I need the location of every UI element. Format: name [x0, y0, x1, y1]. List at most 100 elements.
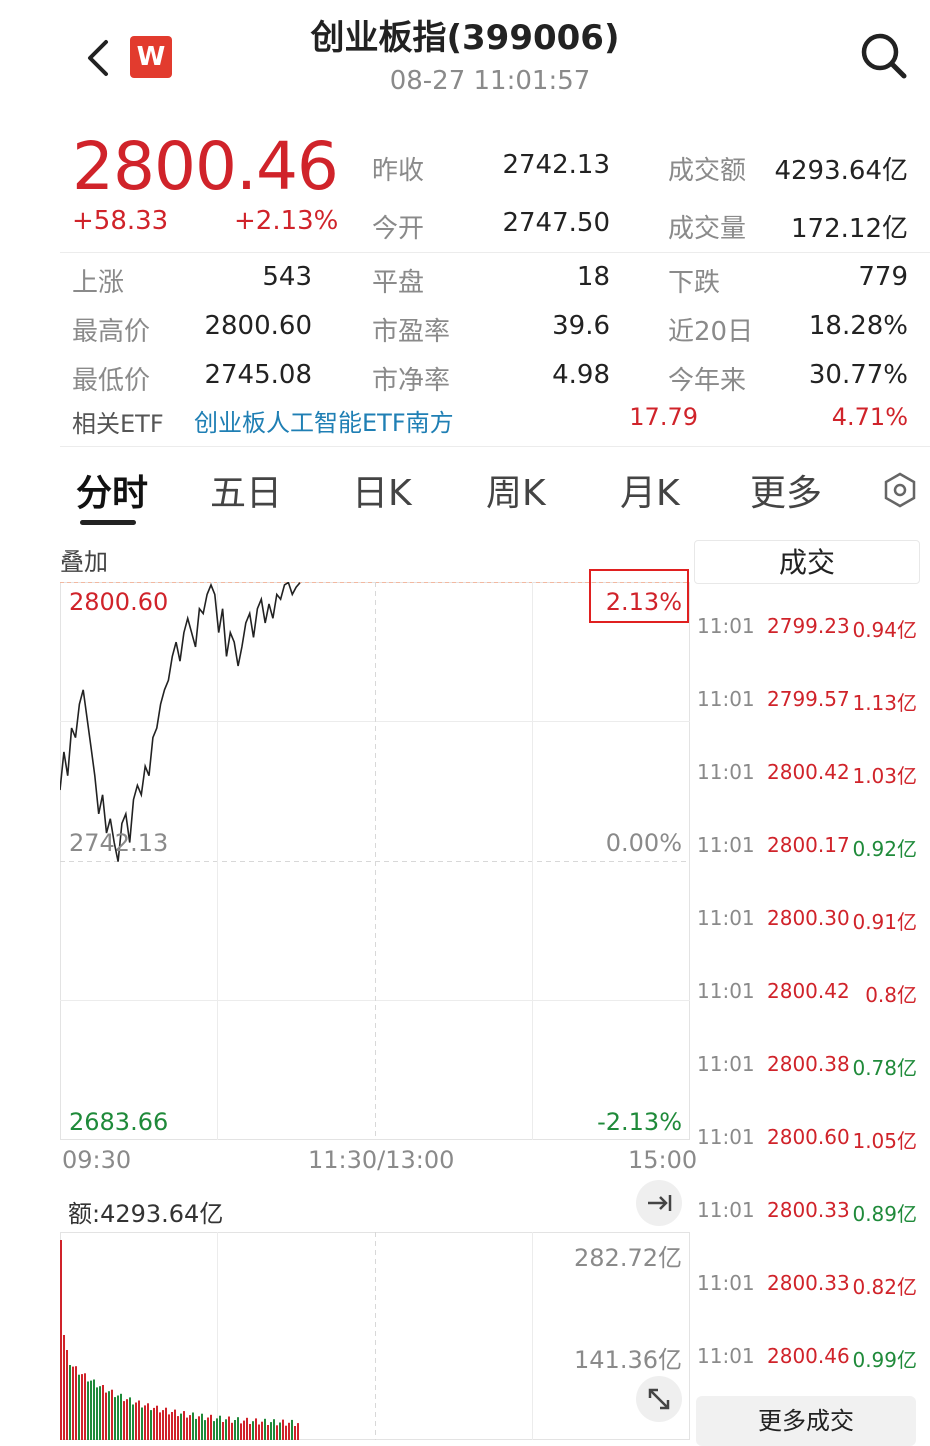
trade-price: 2800.33 — [767, 1271, 850, 1295]
volume-bar — [210, 1414, 212, 1440]
price-line — [60, 582, 301, 862]
volume-bar — [294, 1426, 296, 1440]
tab-intraday[interactable]: 分时 — [76, 464, 148, 516]
volume-bar — [252, 1421, 254, 1440]
volume-bar — [141, 1407, 143, 1440]
more-trades-button[interactable]: 更多成交 — [696, 1396, 916, 1446]
fullscreen-button[interactable] — [636, 1376, 682, 1422]
x-axis-end-label: 15:00 — [628, 1146, 698, 1174]
tab-weekly-k[interactable]: 周K — [486, 464, 546, 516]
volume-bar — [126, 1399, 128, 1440]
trade-volume: 0.8亿 — [865, 983, 917, 1007]
high-value: 2800.60 — [204, 311, 312, 341]
prev-close-value: 2742.13 — [502, 150, 610, 180]
volume-bar — [60, 1240, 62, 1440]
volume-max-label: 282.72亿 — [574, 1244, 682, 1272]
trade-price: 2800.42 — [767, 979, 850, 1003]
search-icon[interactable] — [858, 30, 910, 82]
trade-volume: 0.91亿 — [852, 910, 917, 934]
overlay-button[interactable]: 叠加 — [60, 542, 108, 577]
tab-five-day[interactable]: 五日 — [210, 464, 282, 516]
volume-bar — [219, 1415, 221, 1440]
tab-more[interactable]: 更多 — [750, 464, 822, 516]
rise-label: 上涨 — [72, 268, 125, 298]
etf-pct: 4.71% — [831, 403, 908, 431]
trade-price: 2800.60 — [767, 1125, 850, 1149]
volume-bar — [189, 1415, 191, 1440]
collapse-panel-button[interactable] — [636, 1180, 682, 1226]
trade-row: 11:01 2800.46 0.99亿 — [697, 1344, 917, 1372]
price-change: +58.33 — [72, 206, 169, 236]
page-title: 创业板指(399006) — [310, 18, 620, 58]
x-axis-start-label: 09:30 — [62, 1146, 132, 1174]
y-axis-bottom-label: 2683.66 — [69, 1108, 169, 1136]
pe-label: 市盈率 — [372, 317, 451, 347]
high-label: 最高价 — [72, 317, 151, 347]
turnover-label: 成交额 — [668, 156, 747, 186]
timestamp: 08-27 11:01:57 — [389, 66, 591, 96]
volume-bar — [84, 1373, 86, 1440]
tab-daily-k[interactable]: 日K — [352, 464, 412, 516]
trade-row: 11:01 2800.60 1.05亿 — [697, 1125, 917, 1153]
turnover-value: 4293.64亿 — [774, 156, 908, 186]
volume-bar — [93, 1379, 95, 1440]
volume-bar — [81, 1374, 83, 1440]
trade-time: 11:01 — [697, 979, 755, 1003]
volume-bar — [108, 1391, 110, 1440]
volume-bar — [162, 1410, 164, 1440]
prev-close-label: 昨收 — [372, 156, 425, 186]
volume-bar — [114, 1397, 116, 1440]
low-label: 最低价 — [72, 366, 151, 396]
volume-bar — [198, 1416, 200, 1440]
volume-bar — [261, 1421, 263, 1440]
etf-name-link[interactable]: 创业板人工智能ETF南方 — [194, 403, 454, 438]
trade-volume: 1.05亿 — [852, 1129, 917, 1153]
trades-tab[interactable]: 成交 — [694, 540, 920, 584]
volume-bar — [195, 1418, 197, 1440]
flat-value: 18 — [576, 262, 610, 292]
trade-price: 2799.23 — [767, 614, 850, 638]
volume-bar — [285, 1425, 287, 1440]
rise-value: 543 — [262, 262, 312, 292]
divider — [60, 252, 930, 253]
active-tab-indicator — [80, 520, 136, 525]
volume-bar — [156, 1405, 158, 1440]
arrow-to-edge-icon — [648, 1195, 672, 1211]
volume-bar — [240, 1423, 242, 1440]
volume-bar — [171, 1412, 173, 1440]
volume-bar — [135, 1402, 137, 1440]
volume-bar — [267, 1425, 269, 1440]
volume-bar — [228, 1416, 230, 1440]
trade-row: 11:01 2799.23 0.94亿 — [697, 614, 917, 642]
pct-mid-label: 0.00% — [605, 829, 682, 857]
volume-bar — [270, 1422, 272, 1440]
trade-row: 11:01 2800.42 1.03亿 — [697, 760, 917, 788]
volume-mid-label: 141.36亿 — [574, 1346, 682, 1374]
volume-total-label: 额:4293.64亿 — [68, 1200, 224, 1228]
pct-top-label: 2.13% — [605, 588, 682, 616]
volume-bar — [153, 1407, 155, 1440]
volume-bar — [180, 1413, 182, 1440]
volume-bar — [231, 1422, 233, 1440]
volume-bar — [78, 1374, 80, 1440]
d20-label: 近20日 — [668, 317, 754, 347]
pb-value: 4.98 — [552, 360, 610, 390]
volume-bar — [168, 1414, 170, 1440]
open-value: 2747.50 — [502, 208, 610, 238]
volume-bar — [183, 1411, 185, 1440]
volume-bar — [276, 1425, 278, 1440]
volume-bar — [213, 1421, 215, 1440]
pe-value: 39.6 — [552, 311, 610, 341]
volume-bar — [87, 1381, 89, 1440]
intraday-price-chart — [60, 582, 690, 1140]
trade-price: 2800.46 — [767, 1344, 850, 1368]
volume-bar — [264, 1418, 266, 1440]
trade-row: 11:01 2800.38 0.78亿 — [697, 1052, 917, 1080]
price-change-pct: +2.13% — [234, 206, 339, 236]
trade-volume: 0.89亿 — [852, 1202, 917, 1226]
tab-monthly-k[interactable]: 月K — [620, 464, 680, 516]
volume-bar — [207, 1417, 209, 1440]
trade-volume: 0.94亿 — [852, 618, 917, 642]
volume-bar — [129, 1397, 131, 1440]
settings-hexagon-icon[interactable] — [880, 470, 920, 510]
